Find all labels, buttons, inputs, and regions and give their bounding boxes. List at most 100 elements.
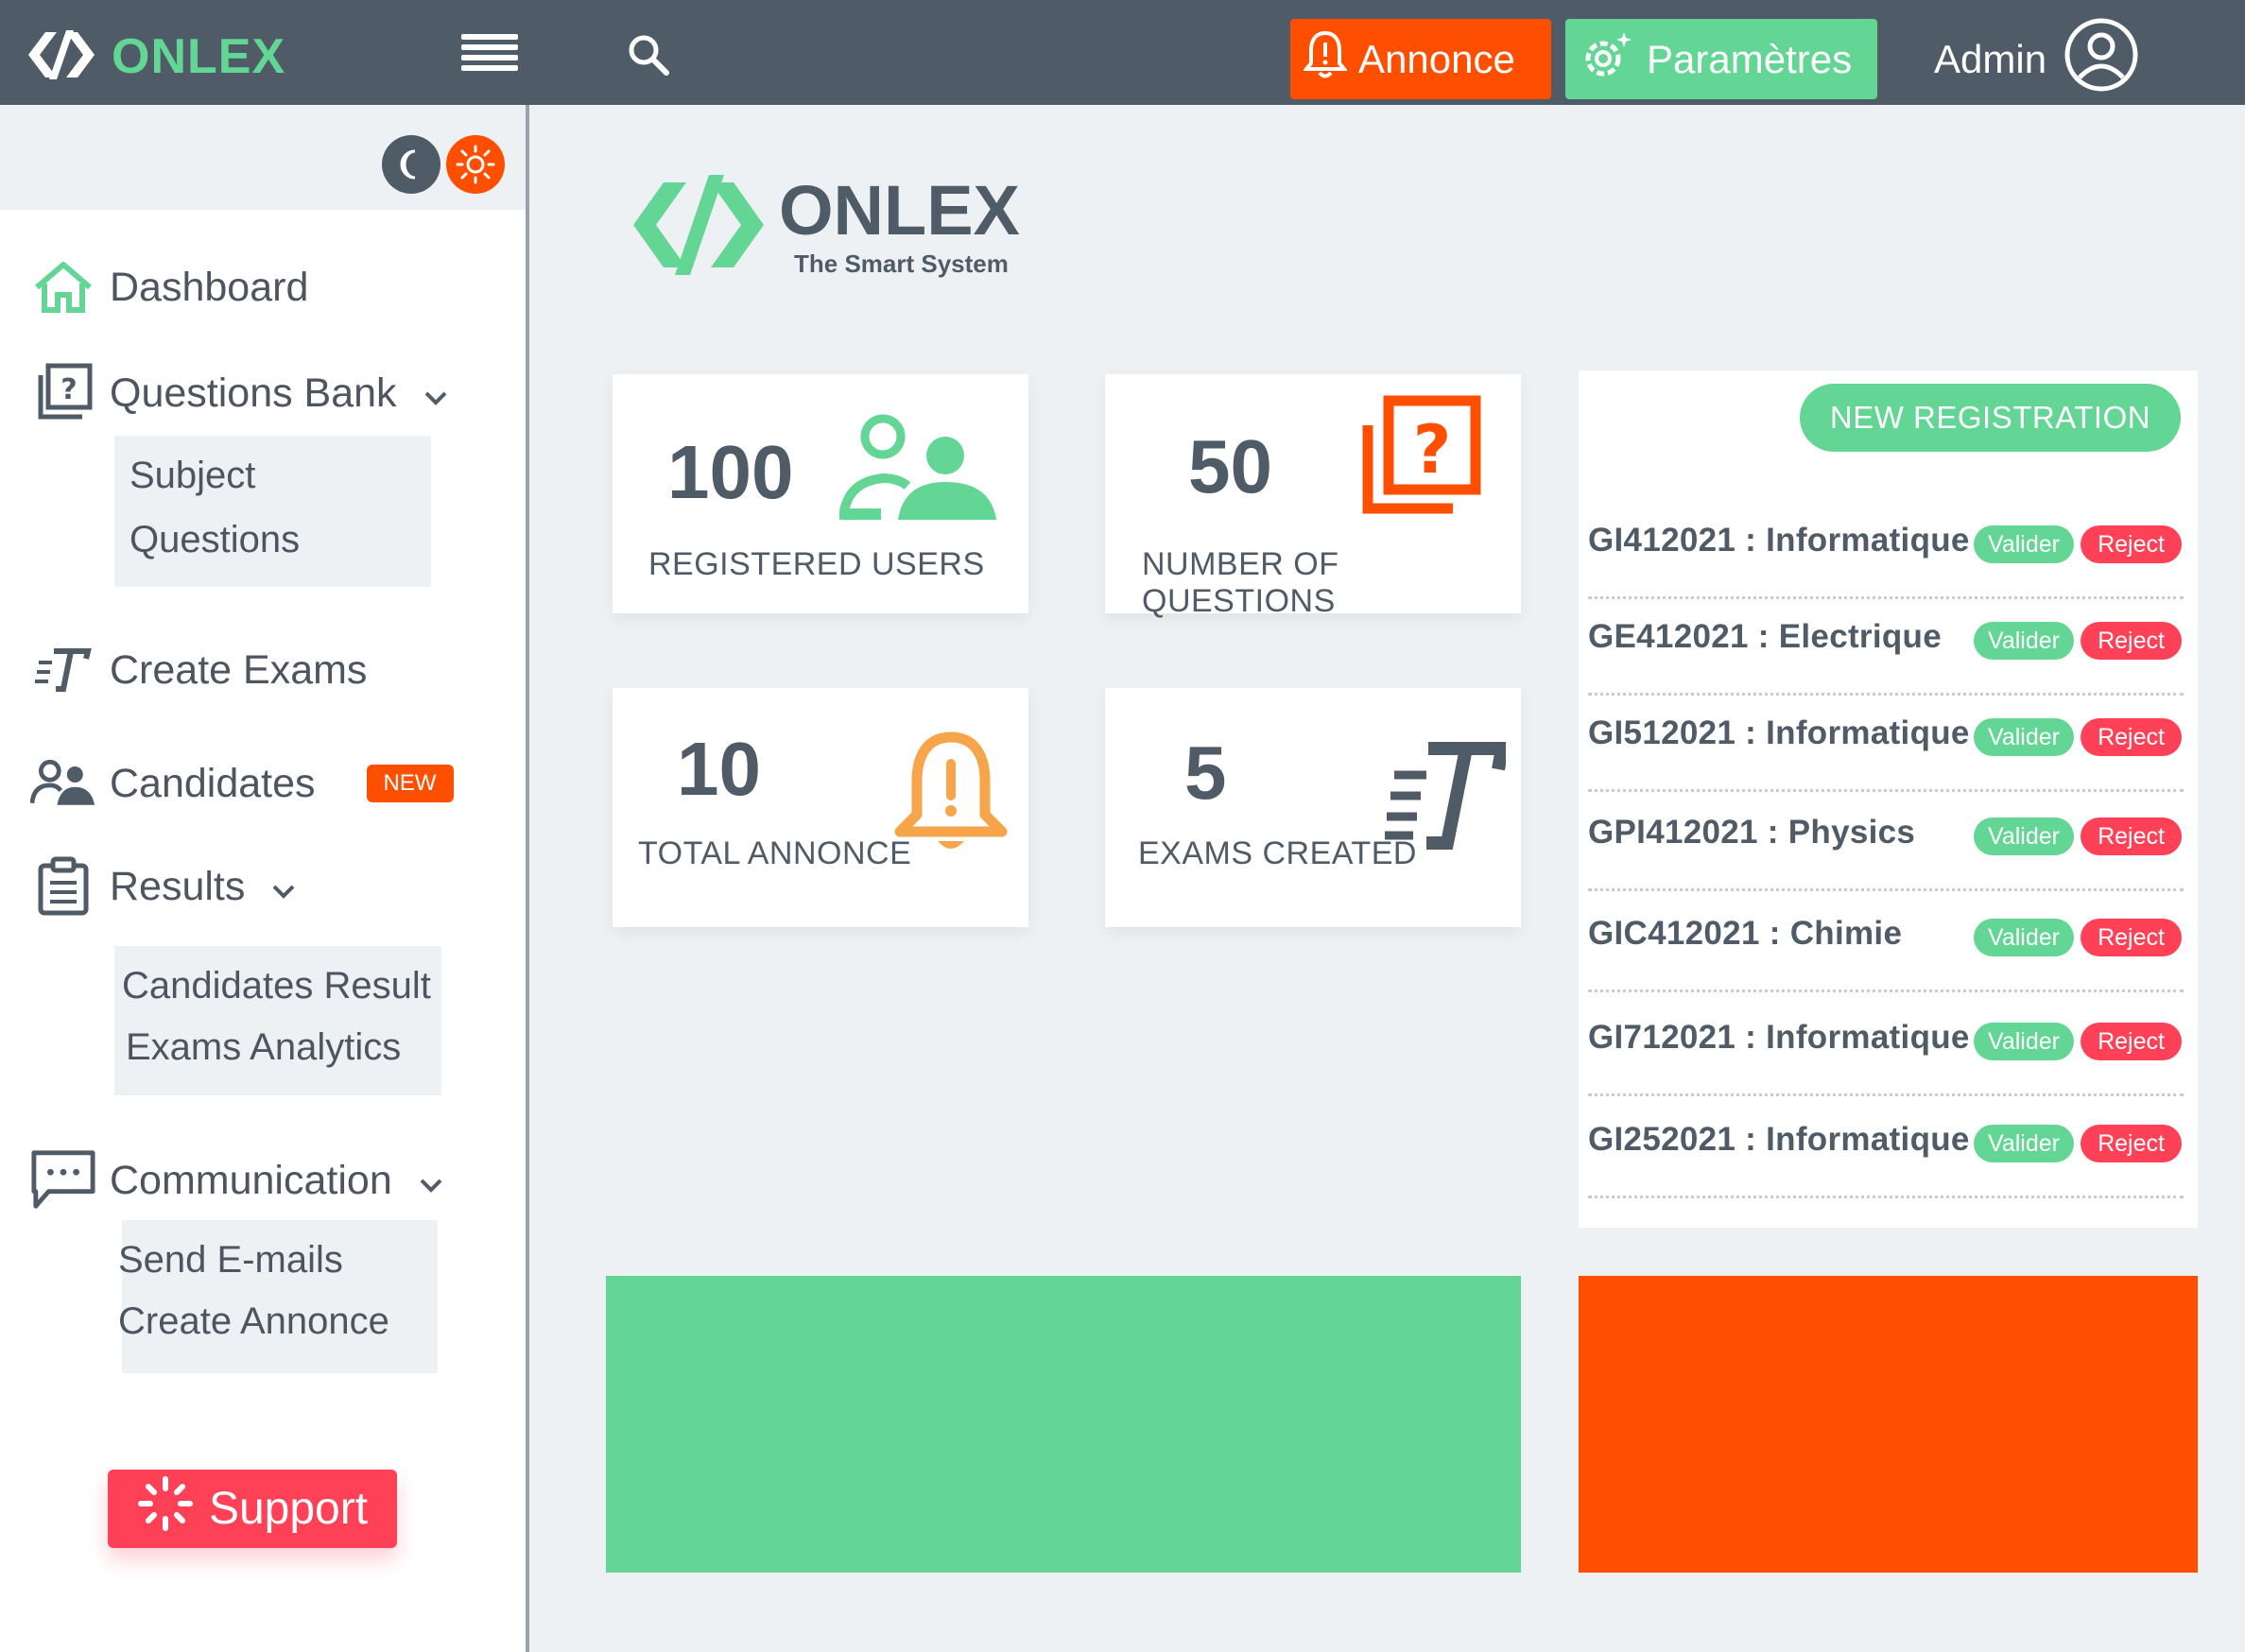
registration-row: GI512021 : Informatique Valider Reject: [1588, 696, 2184, 792]
users-icon: [838, 414, 1000, 528]
hamburger-menu-icon[interactable]: [461, 34, 518, 74]
valider-button[interactable]: Valider: [1974, 817, 2074, 855]
green-panel: [606, 1276, 1521, 1573]
registration-row: GE412021 : Electrique Valider Reject: [1588, 599, 2184, 696]
question-bank-icon: ?: [1358, 395, 1483, 521]
submenu-create-annonce[interactable]: Create Annonce: [118, 1300, 389, 1343]
stat-value: 100: [667, 430, 794, 514]
registration-panel: NEW REGISTRATION GI412021 : Informatique…: [1579, 370, 2198, 1228]
stat-value: 10: [677, 727, 761, 811]
nav-results[interactable]: Results: [30, 856, 296, 917]
stat-value: 5: [1184, 731, 1227, 815]
registration-row: GPI412021 : Physics Valider Reject: [1588, 795, 2184, 891]
submenu-exams-analytics[interactable]: Exams Analytics: [126, 1026, 401, 1069]
results-submenu: Candidates Result Exams Analytics: [114, 946, 441, 1095]
chat-icon: [30, 1148, 96, 1213]
questions-bank-submenu: Subject Questions: [114, 436, 431, 587]
reject-button[interactable]: Reject: [2081, 525, 2182, 563]
submenu-subject[interactable]: Subject: [130, 455, 255, 497]
parametres-button[interactable]: Paramètres: [1565, 19, 1877, 99]
stat-card-number-of-questions[interactable]: 50 NUMBER OF QUESTIONS ?: [1105, 374, 1521, 619]
reject-button[interactable]: Reject: [2081, 817, 2182, 855]
moon-icon[interactable]: [382, 135, 440, 194]
users-icon: [30, 757, 96, 810]
stat-card-registered-users[interactable]: 100 REGISTERED USERS: [613, 374, 1028, 613]
top-bar: ONLEX Annonce Paramètres Admin: [0, 0, 2245, 105]
new-registration-button[interactable]: NEW REGISTRATION: [1800, 384, 2181, 452]
nav-questions-bank-label: Questions Bank: [110, 370, 397, 416]
submenu-questions[interactable]: Questions: [130, 519, 300, 561]
brand-name: ONLEX: [112, 29, 286, 84]
annonce-label: Annonce: [1358, 36, 1515, 81]
nav-questions-bank[interactable]: ? Questions Bank: [30, 362, 448, 424]
admin-account[interactable]: Admin: [1934, 17, 2139, 102]
reject-button[interactable]: Reject: [2081, 1023, 2182, 1060]
reject-button[interactable]: Reject: [2081, 622, 2182, 660]
exam-icon: [30, 645, 96, 695]
svg-text:?: ?: [1413, 411, 1452, 489]
orange-panel: [1579, 1276, 2198, 1573]
valider-button[interactable]: Valider: [1974, 525, 2074, 563]
stat-label: REGISTERED USERS: [648, 546, 985, 582]
reject-button[interactable]: Reject: [2081, 718, 2182, 756]
submenu-send-emails[interactable]: Send E-mails: [118, 1239, 343, 1282]
valider-button[interactable]: Valider: [1974, 1023, 2074, 1060]
brand[interactable]: ONLEX: [28, 28, 285, 85]
registration-row: GI412021 : Informatique Valider Reject: [1588, 503, 2184, 599]
sun-icon[interactable]: [446, 135, 505, 194]
main-logo: ONLEX The Smart System: [631, 175, 1020, 280]
nav-create-exams[interactable]: Create Exams: [30, 645, 367, 695]
reject-button[interactable]: Reject: [2081, 919, 2182, 956]
registration-name: GIC412021 : Chimie: [1588, 915, 1903, 952]
logo-text: ONLEX The Smart System: [779, 176, 1020, 279]
exam-icon: [1385, 741, 1511, 857]
gear-icon: [1579, 26, 1635, 93]
chevron-down-icon: [423, 370, 448, 417]
support-button[interactable]: Support: [108, 1470, 397, 1548]
communication-submenu: Send E-mails Create Annonce: [118, 1220, 438, 1373]
nav-results-label: Results: [110, 863, 246, 909]
home-icon: [30, 261, 96, 314]
parametres-label: Paramètres: [1647, 36, 1853, 81]
stat-card-exams-created[interactable]: 5 EXAMS CREATED: [1105, 688, 1521, 927]
annonce-button[interactable]: Annonce: [1290, 19, 1551, 99]
admin-label: Admin: [1934, 37, 2047, 81]
bell-alert-icon: [1302, 29, 1349, 90]
user-avatar-icon: [2064, 17, 2139, 102]
sidebar: Dashboard ? Questions Bank Subject Quest…: [0, 105, 529, 1652]
onlex-logo-icon: [28, 29, 95, 84]
valider-button[interactable]: Valider: [1974, 718, 2074, 756]
valider-button[interactable]: Valider: [1974, 622, 2074, 660]
chevron-down-icon: [271, 864, 296, 910]
reject-button[interactable]: Reject: [2081, 1125, 2182, 1162]
nav-candidates-label: Candidates: [110, 760, 316, 806]
stat-label: EXAMS CREATED: [1138, 835, 1417, 871]
nav-dashboard[interactable]: Dashboard: [30, 261, 308, 314]
clipboard-icon: [30, 856, 96, 917]
stat-card-total-annonce[interactable]: 10 TOTAL ANNONCE: [613, 688, 1028, 927]
nav-create-exams-label: Create Exams: [110, 646, 368, 693]
onlex-logo-icon: [631, 175, 766, 280]
submenu-candidates-result[interactable]: Candidates Result: [122, 965, 431, 1007]
registration-name: GI512021 : Informatique: [1588, 714, 1970, 751]
nav-communication[interactable]: Communication: [30, 1148, 443, 1213]
logo-name: ONLEX: [779, 171, 1020, 250]
valider-button[interactable]: Valider: [1974, 919, 2074, 956]
registration-row: GI712021 : Informatique Valider Reject: [1588, 1000, 2184, 1096]
search-icon[interactable]: [628, 34, 669, 80]
registration-name: GI412021 : Informatique: [1588, 522, 1970, 559]
bell-alert-icon: [894, 730, 1008, 867]
theme-toggle-bar: [0, 105, 526, 210]
registration-name: GI252021 : Informatique: [1588, 1121, 1970, 1158]
svg-text:?: ?: [60, 373, 77, 406]
spinner-icon: [137, 1475, 194, 1543]
nav-communication-label: Communication: [110, 1157, 392, 1203]
logo-tagline: The Smart System: [794, 250, 1009, 278]
registration-name: GE412021 : Electrique: [1588, 618, 1942, 655]
valider-button[interactable]: Valider: [1974, 1125, 2074, 1162]
chevron-down-icon: [419, 1158, 443, 1204]
stat-label: NUMBER OF QUESTIONS: [1142, 546, 1339, 619]
registration-row: GI252021 : Informatique Valider Reject: [1588, 1102, 2184, 1198]
nav-candidates[interactable]: Candidates NEW: [30, 757, 454, 810]
stat-value: 50: [1188, 424, 1272, 508]
